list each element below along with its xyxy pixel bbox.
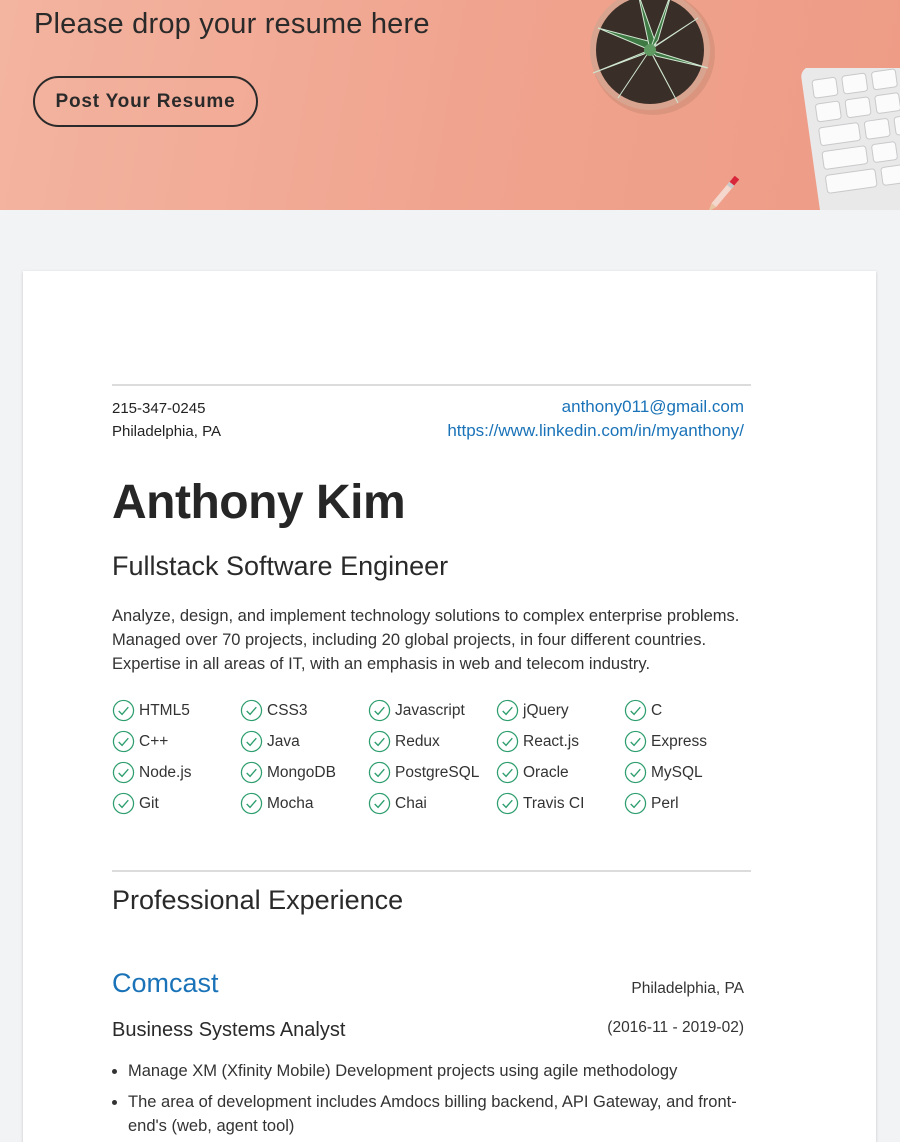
- skill-label: Node.js: [139, 763, 192, 781]
- check-circle-icon: [624, 730, 647, 753]
- skill-label: C++: [139, 732, 169, 750]
- skill-label: React.js: [523, 732, 579, 750]
- skill-item: jQuery: [496, 699, 624, 722]
- job-title: Business Systems Analyst: [112, 1019, 346, 1041]
- skill-label: Travis CI: [523, 794, 585, 812]
- company-location: Philadelphia, PA: [631, 980, 744, 997]
- check-circle-icon: [496, 730, 519, 753]
- header-divider: [112, 384, 751, 386]
- check-circle-icon: [496, 792, 519, 815]
- skill-item: C++: [112, 730, 240, 753]
- check-circle-icon: [240, 730, 263, 753]
- skill-label: MySQL: [651, 763, 703, 781]
- skill-item: Java: [240, 730, 368, 753]
- banner-title: Please drop your resume here: [34, 8, 430, 40]
- pencil-image: [708, 175, 740, 210]
- check-circle-icon: [624, 792, 647, 815]
- check-circle-icon: [368, 761, 391, 784]
- check-circle-icon: [624, 699, 647, 722]
- hero-banner: Please drop your resume here Post Your R…: [0, 0, 900, 210]
- check-circle-icon: [368, 730, 391, 753]
- skill-label: Redux: [395, 732, 440, 750]
- skill-item: PostgreSQL: [368, 761, 496, 784]
- skill-item: Chai: [368, 792, 496, 815]
- check-circle-icon: [496, 699, 519, 722]
- list-item: Manage XM (Xfinity Mobile) Development p…: [128, 1059, 748, 1083]
- skill-item: Git: [112, 792, 240, 815]
- check-circle-icon: [368, 699, 391, 722]
- post-resume-button[interactable]: Post Your Resume: [33, 76, 258, 127]
- skill-label: Java: [267, 732, 300, 750]
- skill-label: jQuery: [523, 701, 569, 719]
- skill-item: MySQL: [624, 761, 752, 784]
- skill-item: Perl: [624, 792, 752, 815]
- phone-number: 215-347-0245: [112, 400, 206, 417]
- summary-text: Analyze, design, and implement technolog…: [112, 607, 740, 673]
- skill-label: PostgreSQL: [395, 763, 480, 781]
- check-circle-icon: [368, 792, 391, 815]
- candidate-name: Anthony Kim: [112, 476, 406, 529]
- skill-label: Git: [139, 794, 159, 812]
- check-circle-icon: [240, 699, 263, 722]
- skill-label: Chai: [395, 794, 427, 812]
- skill-label: Mocha: [267, 794, 314, 812]
- skill-label: MongoDB: [267, 763, 336, 781]
- check-circle-icon: [240, 761, 263, 784]
- skill-item: React.js: [496, 730, 624, 753]
- skill-item: Node.js: [112, 761, 240, 784]
- skill-item: Express: [624, 730, 752, 753]
- email-link[interactable]: anthony011@gmail.com: [447, 395, 744, 419]
- skill-item: Mocha: [240, 792, 368, 815]
- skill-label: Javascript: [395, 701, 465, 719]
- contact-links: anthony011@gmail.com https://www.linkedi…: [447, 395, 744, 443]
- skills-grid: HTML5 CSS3 Javascript jQuery C C++ Java Redux Re…: [112, 699, 752, 815]
- check-circle-icon: [624, 761, 647, 784]
- skill-label: Oracle: [523, 763, 569, 781]
- skill-label: Perl: [651, 794, 679, 812]
- section-divider: [112, 870, 751, 872]
- experience-heading: Professional Experience: [112, 885, 404, 915]
- list-item: The area of development includes Amdocs …: [128, 1090, 748, 1138]
- skill-item: MongoDB: [240, 761, 368, 784]
- skill-label: Express: [651, 732, 707, 750]
- check-circle-icon: [112, 792, 135, 815]
- linkedin-link[interactable]: https://www.linkedin.com/in/myanthony/: [447, 419, 744, 443]
- company-name: Comcast: [112, 968, 219, 998]
- skill-item: Oracle: [496, 761, 624, 784]
- skill-item: CSS3: [240, 699, 368, 722]
- candidate-role: Fullstack Software Engineer: [112, 551, 449, 581]
- check-circle-icon: [112, 730, 135, 753]
- skill-label: HTML5: [139, 701, 190, 719]
- resume-card: 215-347-0245 Philadelphia, PA anthony011…: [23, 271, 876, 1142]
- job-dates: (2016-11 - 2019-02): [607, 1019, 744, 1036]
- job-bullets: Manage XM (Xfinity Mobile) Development p…: [128, 1059, 748, 1142]
- contact-info: 215-347-0245 Philadelphia, PA: [112, 397, 221, 443]
- keyboard-image: [801, 68, 900, 210]
- check-circle-icon: [496, 761, 519, 784]
- check-circle-icon: [112, 761, 135, 784]
- skill-item: Redux: [368, 730, 496, 753]
- skill-item: Travis CI: [496, 792, 624, 815]
- skill-label: CSS3: [267, 701, 308, 719]
- check-circle-icon: [240, 792, 263, 815]
- check-circle-icon: [112, 699, 135, 722]
- skill-label: C: [651, 701, 663, 719]
- skill-item: HTML5: [112, 699, 240, 722]
- location: Philadelphia, PA: [112, 423, 221, 440]
- skill-item: Javascript: [368, 699, 496, 722]
- skill-item: C: [624, 699, 752, 722]
- succulent-plant-image: [590, 0, 715, 115]
